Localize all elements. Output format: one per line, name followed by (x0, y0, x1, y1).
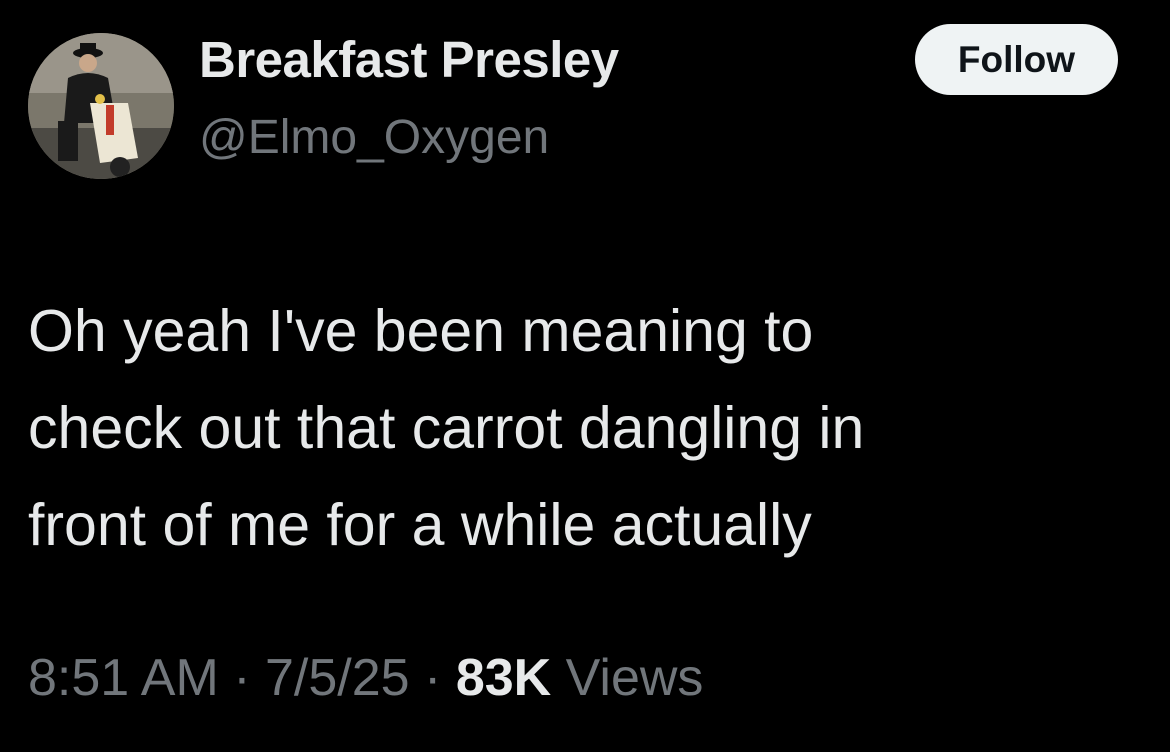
tweet-card: Breakfast Presley @Elmo_Oxygen Follow Oh… (0, 0, 1170, 752)
tweet-text-line: Oh yeah I've been meaning to (28, 298, 814, 364)
tweet-text-line: check out that carrot dangling in (28, 395, 865, 461)
views-label: Views (551, 649, 704, 707)
user-handle[interactable]: @Elmo_Oxygen (199, 110, 549, 165)
display-name[interactable]: Breakfast Presley (199, 30, 619, 89)
tweet-text: Oh yeah I've been meaning to check out t… (28, 283, 1138, 574)
meta-separator: · (409, 649, 456, 707)
avatar[interactable] (28, 33, 174, 179)
meta-separator: · (218, 649, 266, 707)
tweet-text-line: front of me for a while actually (28, 492, 812, 558)
tweet-meta: 8:51 AM · 7/5/25 · 83K Views (28, 648, 703, 708)
follow-button[interactable]: Follow (915, 24, 1118, 95)
tweet-time[interactable]: 8:51 AM (28, 649, 219, 707)
views-count: 83K (455, 649, 552, 707)
avatar-photo-icon (28, 33, 174, 179)
tweet-date[interactable]: 7/5/25 (265, 649, 410, 707)
